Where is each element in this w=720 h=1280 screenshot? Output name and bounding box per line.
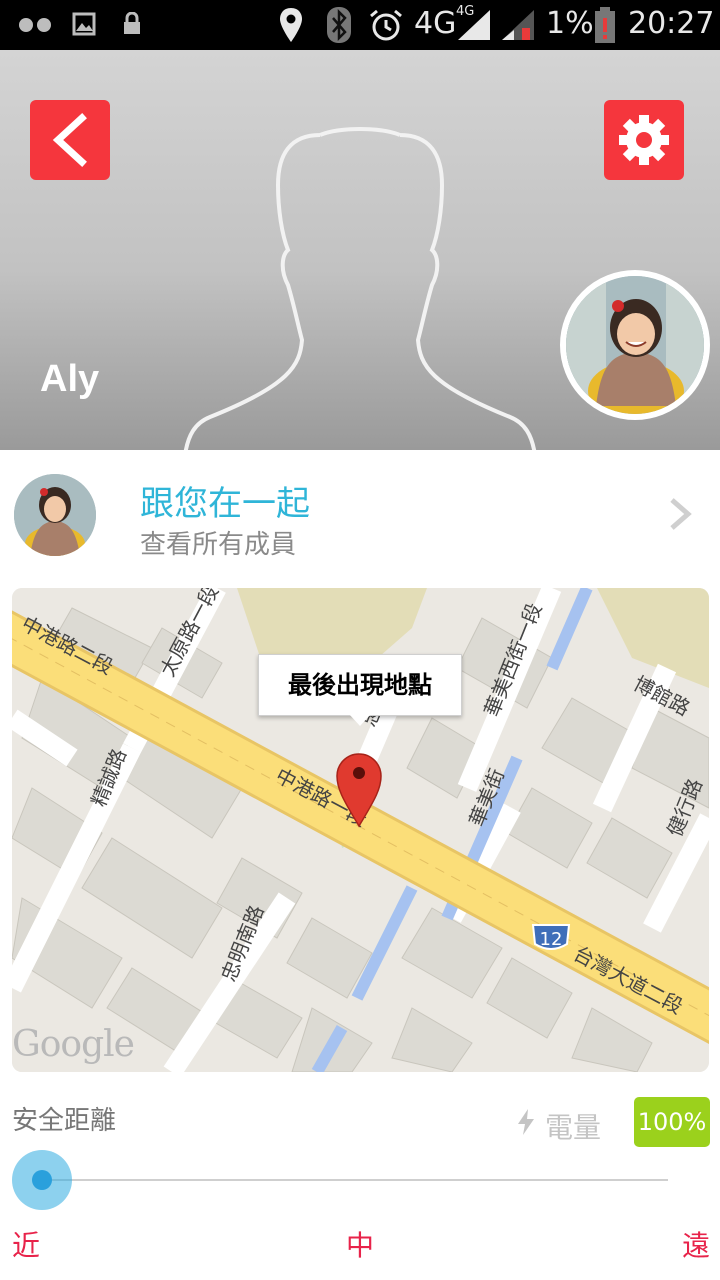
road-shield-icon: 12 [531, 924, 571, 950]
child-photo-small [14, 474, 96, 556]
network-type: 4G [414, 6, 457, 41]
members-subtitle: 查看所有成員 [140, 530, 297, 560]
chevron-left-icon [52, 113, 87, 167]
map-view[interactable]: 中港路二段 太原路一段 華美西街一段 博館路 忠明 精誠路 中港路一段 華美街 … [12, 588, 709, 1072]
gear-icon [619, 115, 669, 165]
scale-near-label: 近 [12, 1229, 41, 1262]
user-name: Aly [40, 358, 100, 400]
battery-label: 電量 [545, 1111, 602, 1144]
location-icon [280, 8, 302, 42]
members-row[interactable]: 跟您在一起 查看所有成員 [0, 450, 720, 586]
signal-icon [458, 10, 490, 40]
distance-slider-track[interactable] [42, 1179, 668, 1181]
profile-header: Aly [0, 50, 720, 450]
child-photo [566, 276, 704, 414]
battery-low-icon [595, 7, 615, 43]
scale-far-label: 遠 [682, 1229, 711, 1262]
chevron-right-icon [670, 498, 692, 530]
back-button[interactable] [30, 100, 110, 180]
map-callout: 最後出現地點 [258, 654, 462, 716]
google-logo: Google [12, 1024, 135, 1065]
members-title: 跟您在一起 [140, 484, 310, 524]
callout-pointer [349, 714, 371, 726]
battery-badge: 100% [634, 1097, 710, 1147]
safe-distance-label: 安全距離 [12, 1106, 117, 1136]
lock-icon [124, 12, 140, 34]
road-shield-number: 12 [540, 929, 563, 950]
signal-weak-icon [502, 10, 534, 40]
distance-slider-thumb-core [32, 1170, 52, 1190]
image-icon [72, 12, 96, 36]
battery-percent: 1% [546, 6, 594, 41]
scale-mid-label: 中 [346, 1229, 375, 1262]
avatar[interactable] [560, 270, 710, 420]
status-bar: 4G 4G 1% 20:27 [0, 0, 720, 50]
member-avatar [14, 474, 96, 556]
settings-button[interactable] [604, 100, 684, 180]
lightning-icon [518, 1109, 534, 1135]
bluetooth-icon [327, 7, 351, 43]
alarm-icon [370, 9, 402, 41]
clock: 20:27 [628, 6, 715, 41]
silhouette-icon [183, 127, 537, 450]
dots-icon [19, 18, 51, 32]
